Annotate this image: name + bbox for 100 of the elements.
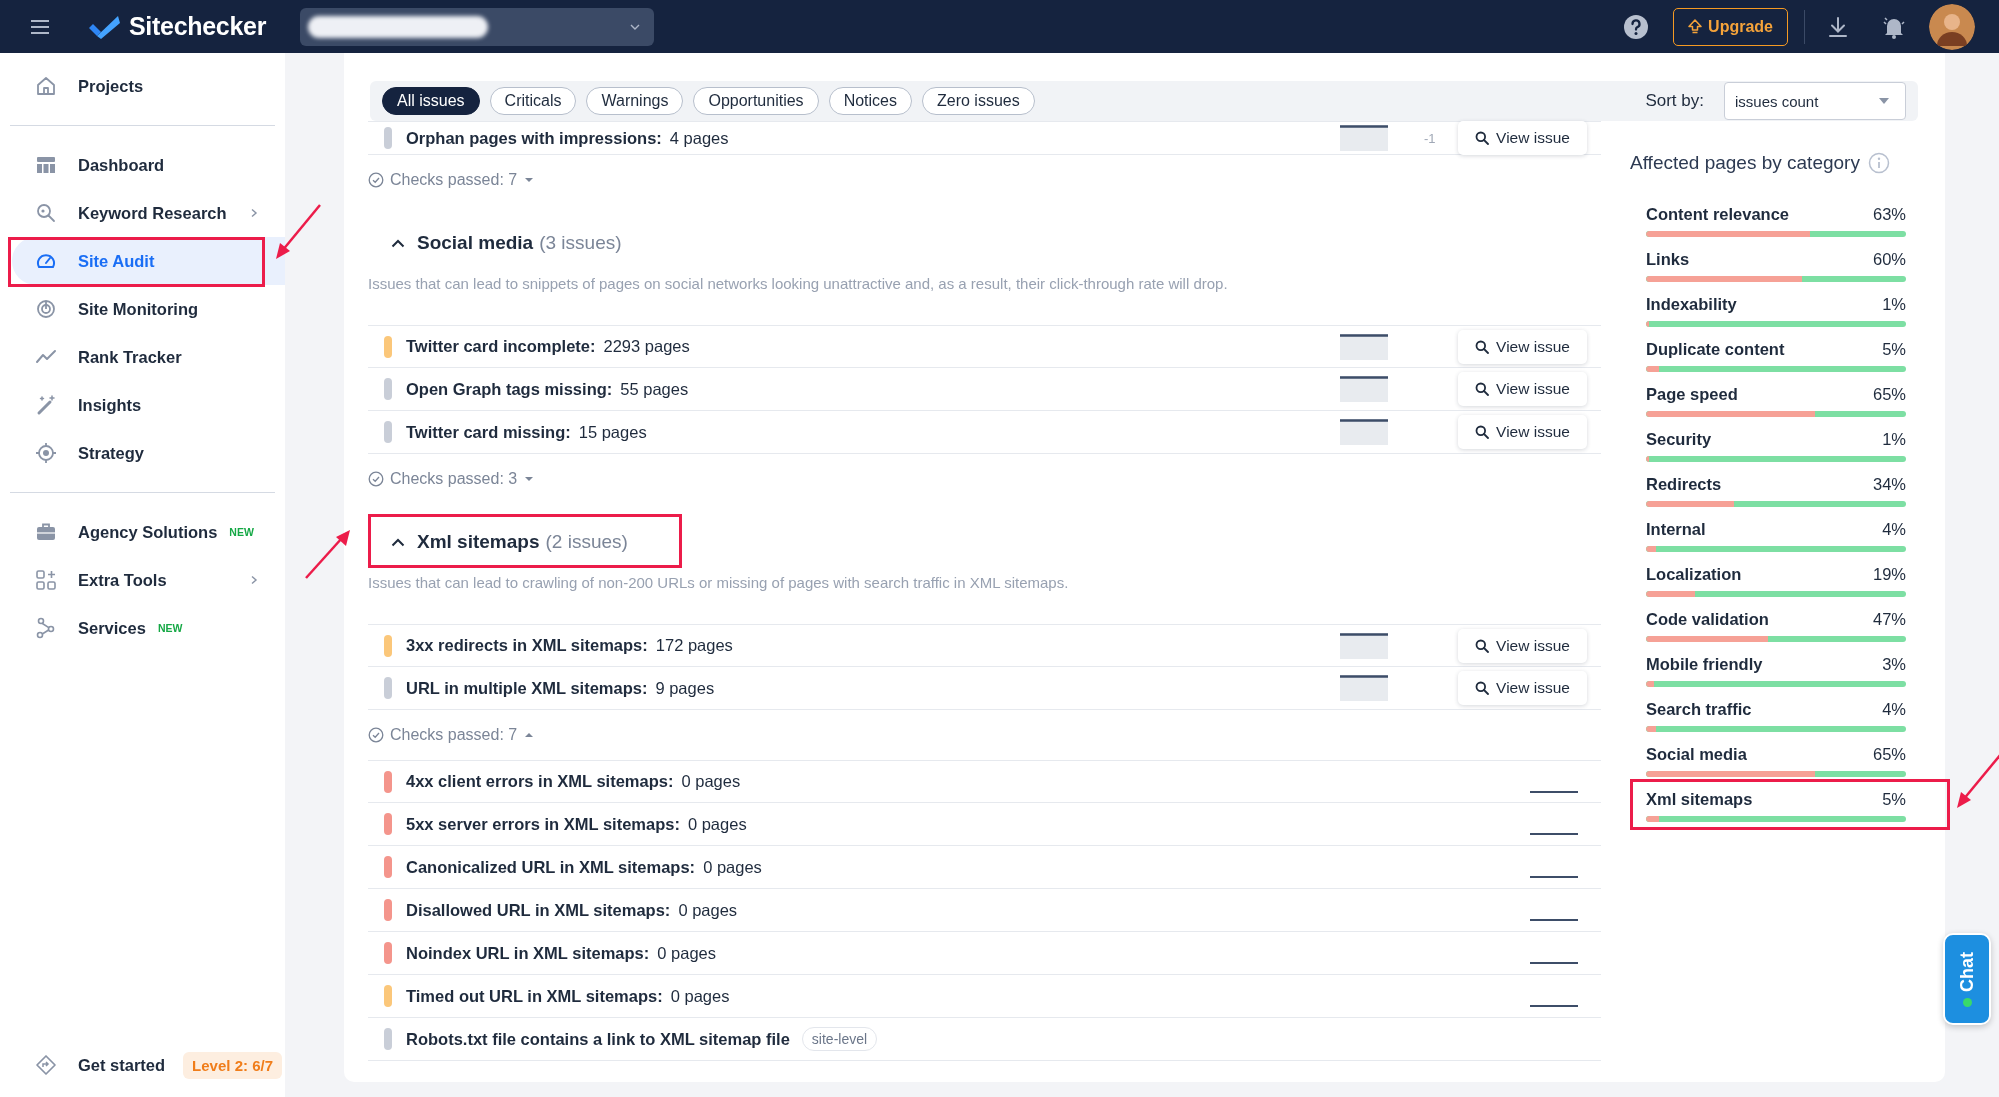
caret-icon: [1879, 98, 1889, 104]
category-percent: 4%: [1882, 519, 1906, 539]
filter-tab[interactable]: Criticals: [489, 87, 577, 115]
trend-sparkline: [1340, 125, 1388, 151]
sort-dropdown[interactable]: issues count: [1724, 82, 1906, 120]
project-selector[interactable]: [300, 7, 655, 46]
diamond-arrow-icon: [35, 1054, 57, 1076]
page-count: 4 pages: [669, 128, 729, 148]
section-description: Issues that can lead to snippets of pages on social networks looking unattractive and, as a result, their click-through rate will drop.: [368, 274, 1229, 294]
sidebar-item[interactable]: Insights: [12, 381, 285, 429]
section-title[interactable]: Xml sitemaps: [417, 531, 540, 553]
filter-tab[interactable]: Zero issues: [922, 87, 1035, 115]
page-count: 0 pages: [703, 857, 762, 877]
sidebar-item[interactable]: Site Monitoring: [12, 285, 285, 333]
search-icon: [1475, 425, 1490, 439]
view-issue-button[interactable]: View issue: [1458, 121, 1587, 155]
page-count: 9 pages: [655, 678, 715, 698]
category-name: Mobile friendly: [1646, 654, 1763, 674]
trend-line: [1530, 791, 1578, 793]
help-icon[interactable]: [1623, 13, 1650, 40]
page-count: 55 pages: [620, 379, 689, 399]
sidebar-item[interactable]: Dashboard: [12, 141, 285, 189]
sidebar-item[interactable]: Site Audit: [12, 237, 285, 285]
filter-tab[interactable]: Warnings: [586, 87, 684, 115]
collapse-chevron-icon[interactable]: [391, 537, 405, 547]
chevron-right-icon: [249, 575, 259, 585]
page-count: 0 pages: [678, 900, 738, 920]
view-issue-button[interactable]: View issue: [1458, 415, 1587, 449]
checks-passed-toggle[interactable]: Checks passed: 7: [368, 710, 1601, 760]
sidebar-item[interactable]: Keyword Research: [12, 189, 285, 237]
upgrade-button[interactable]: Upgrade: [1673, 7, 1788, 46]
page-count: 0 pages: [670, 986, 730, 1006]
trend-delta: -1: [1424, 130, 1436, 146]
category-name: Security: [1646, 429, 1712, 449]
category-percent: 19%: [1872, 564, 1906, 584]
filter-tab[interactable]: All issues: [382, 87, 480, 115]
trend-sparkline: [1340, 632, 1388, 659]
menu-icon[interactable]: [30, 18, 50, 35]
trend-sparkline: [1340, 675, 1388, 701]
view-issue-button[interactable]: View issue: [1458, 671, 1587, 705]
trend-sparkline: [1340, 333, 1388, 360]
category-name: Code validation: [1646, 609, 1769, 629]
category-percent: 1%: [1882, 294, 1906, 314]
sidebar-item[interactable]: Services NEW: [12, 604, 285, 652]
search-icon: [1475, 681, 1490, 695]
category-percent: 65%: [1872, 744, 1906, 764]
check-circle-icon: [368, 727, 384, 743]
annotation-arrow: [304, 528, 352, 580]
category-percent: 5%: [1882, 339, 1906, 359]
view-issue-button[interactable]: View issue: [1458, 372, 1587, 406]
section-description: Issues that can lead to crawling of non-200 URLs or missing of pages with search traffic in XML sitemaps.: [368, 573, 1070, 593]
new-label: NEW: [157, 622, 183, 634]
chevron-down-icon: [630, 23, 641, 30]
page-count: 15 pages: [578, 422, 647, 442]
checks-passed-toggle[interactable]: Checks passed: 7: [368, 155, 1601, 205]
get-started-link[interactable]: Get started: [78, 1055, 166, 1075]
view-issue-button[interactable]: View issue: [1458, 628, 1587, 663]
collapse-chevron-icon[interactable]: [391, 238, 405, 248]
category-percent: 5%: [1882, 789, 1906, 809]
sidebar-item[interactable]: Agency Solutions NEW: [12, 508, 285, 556]
sidebar-item[interactable]: Extra Tools: [12, 556, 285, 604]
section-title[interactable]: Social media: [417, 232, 534, 254]
trend-line: [1530, 919, 1578, 921]
check-circle-icon: [368, 172, 384, 188]
filter-tab[interactable]: Notices: [828, 87, 912, 115]
issue-name: Orphan pages with impressions:: [406, 128, 662, 148]
filter-tab[interactable]: Opportunities: [693, 87, 819, 115]
magic-wand-icon: [35, 394, 57, 416]
sidebar-item[interactable]: Projects: [12, 62, 285, 110]
issue-name: Robots.txt file contains a link to XML sitemap file: [406, 1029, 790, 1049]
checkmark-logo-icon: [87, 13, 121, 40]
online-dot: [1962, 997, 1972, 1007]
user-avatar[interactable]: [1929, 3, 1975, 50]
sidebar-item[interactable]: Strategy: [12, 429, 285, 477]
category-percent: 4%: [1882, 699, 1906, 719]
issue-name: 3xx redirects in XML sitemaps:: [406, 636, 648, 655]
category-percent: 34%: [1872, 474, 1906, 494]
category-name: Content relevance: [1646, 204, 1790, 224]
category-percent: 63%: [1872, 204, 1906, 224]
issue-name: Twitter card incomplete:: [406, 337, 596, 356]
annotation-arrow: [274, 203, 322, 261]
grid-plus-icon: [35, 569, 57, 591]
issue-name: 4xx client errors in XML sitemaps:: [406, 772, 674, 791]
category-name: Links: [1646, 249, 1690, 269]
category-percent: 3%: [1882, 654, 1906, 674]
issue-count: (3 issues): [539, 232, 622, 254]
search-icon: [1475, 339, 1490, 354]
trend-line: [1530, 876, 1578, 878]
trend-line: [1530, 962, 1578, 964]
issue-name: Open Graph tags missing:: [406, 379, 613, 399]
trend-sparkline: [1340, 376, 1388, 402]
category-percent: 1%: [1882, 429, 1906, 449]
trend-sparkline: [1340, 419, 1388, 445]
checks-passed-toggle[interactable]: Checks passed: 3: [368, 454, 1601, 504]
sidebar-item[interactable]: Rank Tracker: [12, 333, 285, 381]
category-name: Social media: [1646, 744, 1747, 764]
view-issue-button[interactable]: View issue: [1458, 329, 1587, 364]
issue-name: Twitter card missing:: [406, 422, 571, 442]
category-name: Search traffic: [1646, 699, 1752, 719]
category-percent: 65%: [1872, 384, 1906, 404]
